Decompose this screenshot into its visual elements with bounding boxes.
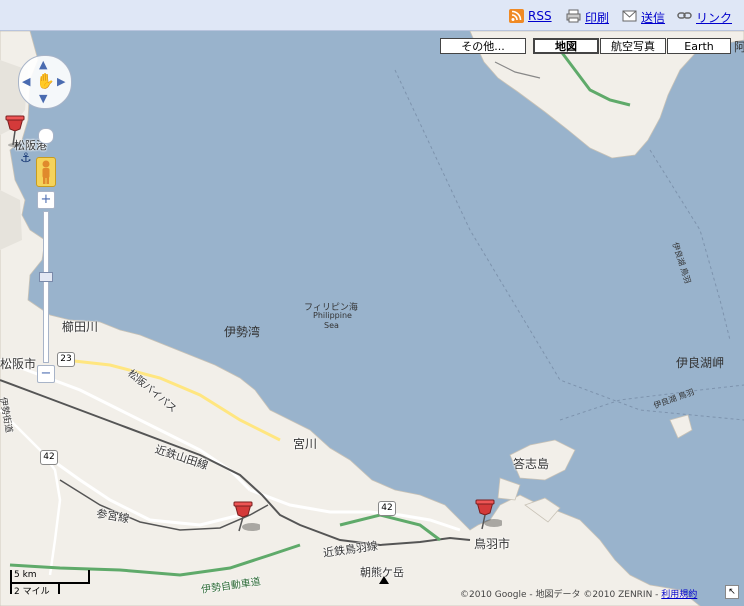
terms-link[interactable]: 利用規約 — [661, 590, 697, 600]
mountain-icon — [379, 576, 389, 584]
label-matsusaka-city: 松阪市 — [0, 357, 37, 371]
copyright-text: ©2010 Google - 地図データ ©2010 ZENRIN - 利用規約 — [460, 587, 697, 600]
map-canvas[interactable]: 松阪港 櫛田川 松阪市 伊勢湾 フィリピン海 Philippine Sea 伊良… — [0, 31, 744, 606]
more-button[interactable]: その他... — [440, 38, 526, 54]
pan-left-icon[interactable]: ◀ — [22, 75, 30, 88]
print-link[interactable]: 印刷 — [585, 9, 609, 26]
label-irago-cape: 伊良湖岬 — [676, 356, 725, 370]
route-42a-shield: 42 — [40, 450, 58, 465]
label-ise-bay: 伊勢湾 — [224, 325, 261, 339]
pan-down-icon[interactable]: ▼ — [39, 92, 47, 105]
pegman-icon[interactable] — [36, 157, 56, 187]
pan-right-icon[interactable]: ▶ — [57, 75, 65, 88]
satellite-button[interactable]: 航空写真 — [600, 38, 666, 54]
label-sea-en1: Philippine — [313, 311, 352, 320]
rss-link[interactable]: RSS — [528, 9, 552, 23]
mail-icon[interactable] — [622, 9, 637, 23]
link-link[interactable]: リンク — [696, 9, 732, 26]
rss-icon[interactable] — [509, 9, 524, 23]
print-icon[interactable] — [566, 9, 581, 23]
zoom-handle[interactable] — [39, 272, 53, 282]
overview-toggle-icon[interactable]: ↖ — [725, 585, 739, 599]
anchor-icon: ⚓ — [20, 151, 32, 166]
compass-button[interactable] — [38, 128, 54, 144]
earth-button[interactable]: Earth — [667, 38, 731, 54]
scale-km: 5 km — [14, 570, 37, 580]
label-kushidagawa: 櫛田川 — [62, 320, 99, 334]
label-miyagawa: 宮川 — [293, 437, 318, 451]
zoom-in-button[interactable]: + — [37, 191, 55, 209]
marker-matsusaka[interactable] — [2, 115, 28, 147]
route-42b-shield: 42 — [378, 501, 396, 516]
scale-mi: 2 マイル — [14, 587, 50, 597]
zoom-out-button[interactable]: − — [37, 365, 55, 383]
label-sea-en2: Sea — [324, 321, 339, 330]
label-toba-city: 鳥羽市 — [474, 537, 511, 551]
zoom-track[interactable] — [43, 211, 49, 363]
pan-control: ▲ ▼ ◀ ▶ ✋ — [18, 55, 72, 109]
label-cut-char: 阿 — [734, 40, 744, 54]
marker-ise[interactable] — [230, 501, 260, 535]
route-23-shield: 23 — [57, 352, 75, 367]
scale-bar: 5 km 2 マイル — [10, 570, 90, 597]
map-button[interactable]: 地図 — [533, 38, 599, 54]
hand-icon[interactable]: ✋ — [36, 72, 55, 90]
marker-toba[interactable] — [472, 499, 502, 533]
link-icon[interactable] — [677, 9, 692, 23]
label-toshijima: 答志島 — [513, 457, 550, 471]
pan-up-icon[interactable]: ▲ — [39, 58, 47, 71]
copyright-label: ©2010 Google - 地図データ ©2010 ZENRIN - — [460, 590, 662, 600]
top-toolbar: RSS 印刷 送信 リンク — [0, 0, 744, 31]
send-link[interactable]: 送信 — [641, 9, 665, 26]
